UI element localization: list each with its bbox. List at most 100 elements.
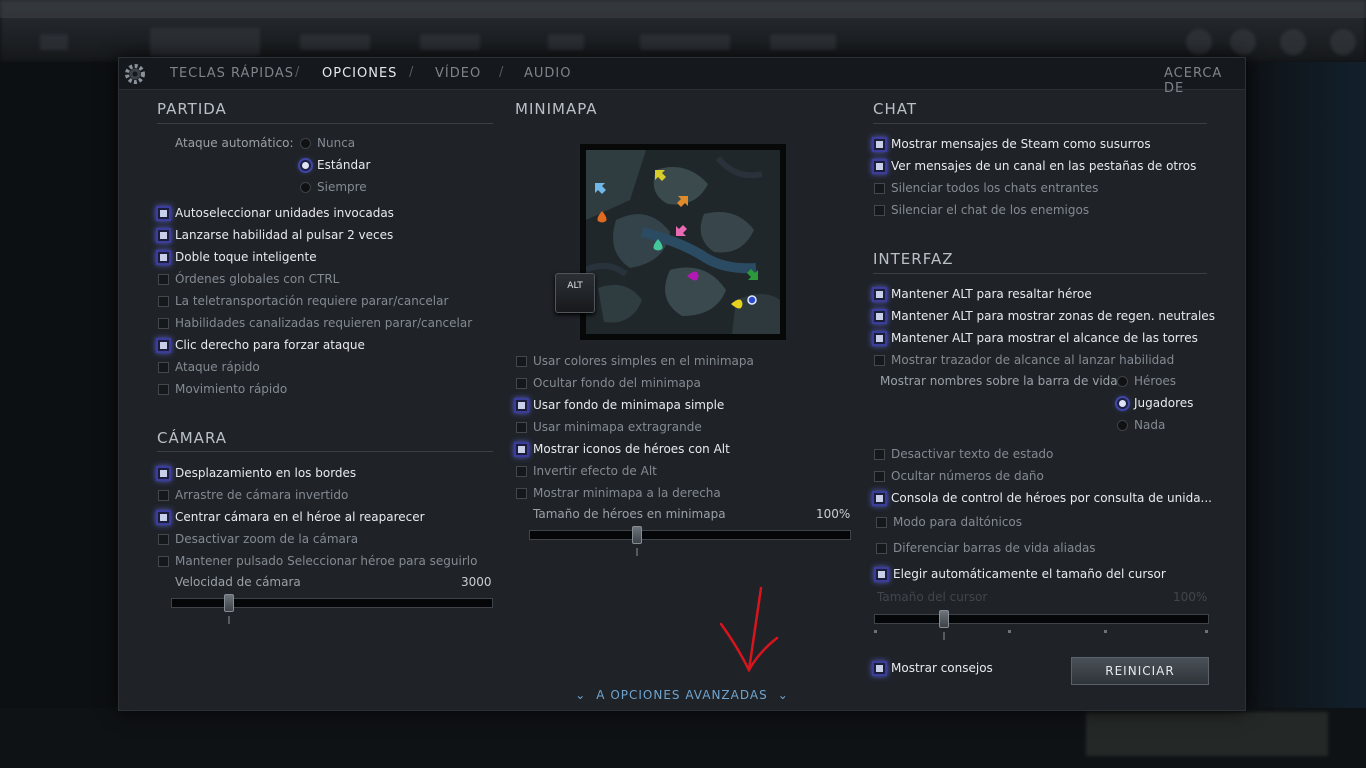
checkbox-unit-query-control[interactable]: Consola de control de héroes por consult… xyxy=(874,489,1212,507)
checkbox-disable-status-text[interactable]: Desactivar texto de estado xyxy=(874,445,1053,463)
checkbox-box[interactable] xyxy=(158,229,169,241)
tab-options[interactable]: OPCIONES xyxy=(322,66,397,81)
checkbox-box[interactable] xyxy=(874,332,885,344)
checkbox-box[interactable] xyxy=(158,273,169,285)
checkbox-box[interactable] xyxy=(874,310,885,322)
checkbox-double-tap-self-cast[interactable]: Lanzarse habilidad al pulsar 2 veces xyxy=(158,226,393,244)
checkbox-show-tips[interactable]: Mostrar consejos xyxy=(874,659,993,677)
checkbox-disable-zoom[interactable]: Desactivar zoom de la cámara xyxy=(158,530,358,548)
checkbox-box[interactable] xyxy=(516,399,527,411)
tab-hotkeys[interactable]: TECLAS RÁPIDAS xyxy=(170,66,294,81)
checkbox-simple-minimap-bg[interactable]: Usar fondo de minimapa simple xyxy=(516,396,724,414)
checkbox-box[interactable] xyxy=(158,489,169,501)
checkbox-right-click-force-attack[interactable]: Clic derecho para forzar ataque xyxy=(158,336,365,354)
checkbox-ally-healthbars[interactable]: Diferenciar barras de vida aliadas xyxy=(876,539,1096,557)
radio-dot[interactable] xyxy=(300,159,311,171)
radio-names-heroes[interactable]: Héroes xyxy=(1117,372,1176,390)
radio-auto-attack-standard[interactable]: Estándar xyxy=(300,156,370,174)
gear-icon[interactable] xyxy=(123,62,147,86)
radio-names-none[interactable]: Nada xyxy=(1117,416,1165,434)
checkbox-box[interactable] xyxy=(158,533,169,545)
checkbox-extra-large-minimap[interactable]: Usar minimapa extragrande xyxy=(516,418,702,436)
checkbox-teleport-requires-stop[interactable]: La teletransportación requiere parar/can… xyxy=(158,292,448,310)
radio-auto-attack-always[interactable]: Siempre xyxy=(300,178,367,196)
checkbox-box[interactable] xyxy=(874,204,885,216)
checkbox-quick-move[interactable]: Movimiento rápido xyxy=(158,380,287,398)
checkbox-alt-highlight-hero[interactable]: Mantener ALT para resaltar héroe xyxy=(874,285,1092,303)
checkbox-channeled-requires-stop[interactable]: Habilidades canalizadas requieren parar/… xyxy=(158,314,472,332)
checkbox-steam-whispers[interactable]: Mostrar mensajes de Steam como susurros xyxy=(874,135,1151,153)
cursor-size-slider[interactable] xyxy=(874,614,1209,624)
checkbox-minimap-right[interactable]: Mostrar minimapa a la derecha xyxy=(516,484,721,502)
camera-speed-slider[interactable] xyxy=(171,598,493,608)
checkbox-box[interactable] xyxy=(874,138,885,150)
checkbox-box[interactable] xyxy=(876,542,887,554)
reset-button[interactable]: REINICIAR xyxy=(1071,657,1209,685)
checkbox-alt-tower-range[interactable]: Mantener ALT para mostrar el alcance de … xyxy=(874,329,1198,347)
checkbox-box[interactable] xyxy=(874,448,885,460)
checkbox-box[interactable] xyxy=(516,465,527,477)
checkbox-center-on-respawn[interactable]: Centrar cámara en el héroe al reaparecer xyxy=(158,508,425,526)
checkbox-range-finder[interactable]: Mostrar trazador de alcance al lanzar ha… xyxy=(874,351,1174,369)
checkbox-box[interactable] xyxy=(516,443,527,455)
checkbox-box[interactable] xyxy=(874,492,885,504)
checkbox-global-ctrl-orders[interactable]: Órdenes globales con CTRL xyxy=(158,270,339,288)
checkbox-box[interactable] xyxy=(158,511,169,523)
cursor-size-slider-thumb[interactable] xyxy=(939,610,949,628)
advanced-options-link[interactable]: ⌄ A OPCIONES AVANZADAS ⌄ xyxy=(575,686,788,704)
checkbox-box[interactable] xyxy=(158,555,169,567)
checkbox-box[interactable] xyxy=(516,421,527,433)
checkbox-box[interactable] xyxy=(876,516,887,528)
checkbox-hero-icons-alt[interactable]: Mostrar iconos de héroes con Alt xyxy=(516,440,730,458)
camera-speed-slider-thumb[interactable] xyxy=(224,594,235,612)
tab-audio[interactable]: AUDIO xyxy=(524,66,572,81)
checkbox-inverted-camera-drag[interactable]: Arrastre de cámara invertido xyxy=(158,486,348,504)
checkbox-box[interactable] xyxy=(158,361,169,373)
checkbox-box[interactable] xyxy=(874,288,885,300)
checkbox-hide-damage-numbers[interactable]: Ocultar números de daño xyxy=(874,467,1044,485)
checkbox-box[interactable] xyxy=(158,383,169,395)
about-link[interactable]: ACERCA DE xyxy=(1164,66,1245,96)
checkbox-box[interactable] xyxy=(516,377,527,389)
checkbox-autoselect-summons[interactable]: Autoseleccionar unidades invocadas xyxy=(158,204,394,222)
checkbox-mute-all-chat[interactable]: Silenciar todos los chats entrantes xyxy=(874,179,1098,197)
hero-size-slider-thumb[interactable] xyxy=(631,526,642,544)
checkbox-box[interactable] xyxy=(158,317,169,329)
checkbox-box[interactable] xyxy=(874,182,885,194)
checkbox-box[interactable] xyxy=(874,160,885,172)
checkbox-auto-cursor-size[interactable]: Elegir automáticamente el tamaño del cur… xyxy=(876,565,1166,583)
checkbox-mute-enemy-chat[interactable]: Silenciar el chat de los enemigos xyxy=(874,201,1089,219)
checkbox-hide-minimap-bg[interactable]: Ocultar fondo del minimapa xyxy=(516,374,701,392)
checkbox-quick-attack[interactable]: Ataque rápido xyxy=(158,358,260,376)
checkbox-box[interactable] xyxy=(516,355,527,367)
checkbox-colorblind-mode[interactable]: Modo para daltónicos xyxy=(876,513,1022,531)
checkbox-channel-messages-tabs[interactable]: Ver mensajes de un canal en las pestañas… xyxy=(874,157,1196,175)
hero-size-slider[interactable] xyxy=(529,530,851,540)
radio-names-players[interactable]: Jugadores xyxy=(1117,394,1193,412)
checkbox-box[interactable] xyxy=(516,487,527,499)
checkbox-box[interactable] xyxy=(158,467,169,479)
checkbox-simple-colors[interactable]: Usar colores simples en el minimapa xyxy=(516,352,754,370)
radio-auto-attack-never[interactable]: Nunca xyxy=(300,134,355,152)
checkbox-box[interactable] xyxy=(158,251,169,263)
radio-dot[interactable] xyxy=(1117,397,1128,409)
tab-video[interactable]: VÍDEO xyxy=(435,66,481,81)
section-divider xyxy=(873,273,1207,274)
checkbox-invert-alt[interactable]: Invertir efecto de Alt xyxy=(516,462,657,480)
radio-dot[interactable] xyxy=(1117,375,1128,387)
checkbox-box[interactable] xyxy=(874,470,885,482)
checkbox-label: Clic derecho para forzar ataque xyxy=(175,338,365,352)
checkbox-box[interactable] xyxy=(158,339,169,351)
checkbox-alt-neutral-spawns[interactable]: Mantener ALT para mostrar zonas de regen… xyxy=(874,307,1215,325)
checkbox-box[interactable] xyxy=(874,662,885,674)
checkbox-hold-select-follow[interactable]: Mantener pulsado Seleccionar héroe para … xyxy=(158,552,477,570)
radio-dot[interactable] xyxy=(1117,419,1128,431)
checkbox-edge-pan[interactable]: Desplazamiento en los bordes xyxy=(158,464,356,482)
radio-dot[interactable] xyxy=(300,181,311,193)
checkbox-box[interactable] xyxy=(874,354,885,366)
radio-dot[interactable] xyxy=(300,137,311,149)
checkbox-box[interactable] xyxy=(876,568,887,580)
checkbox-smart-double-tap[interactable]: Doble toque inteligente xyxy=(158,248,317,266)
checkbox-box[interactable] xyxy=(158,207,169,219)
checkbox-box[interactable] xyxy=(158,295,169,307)
